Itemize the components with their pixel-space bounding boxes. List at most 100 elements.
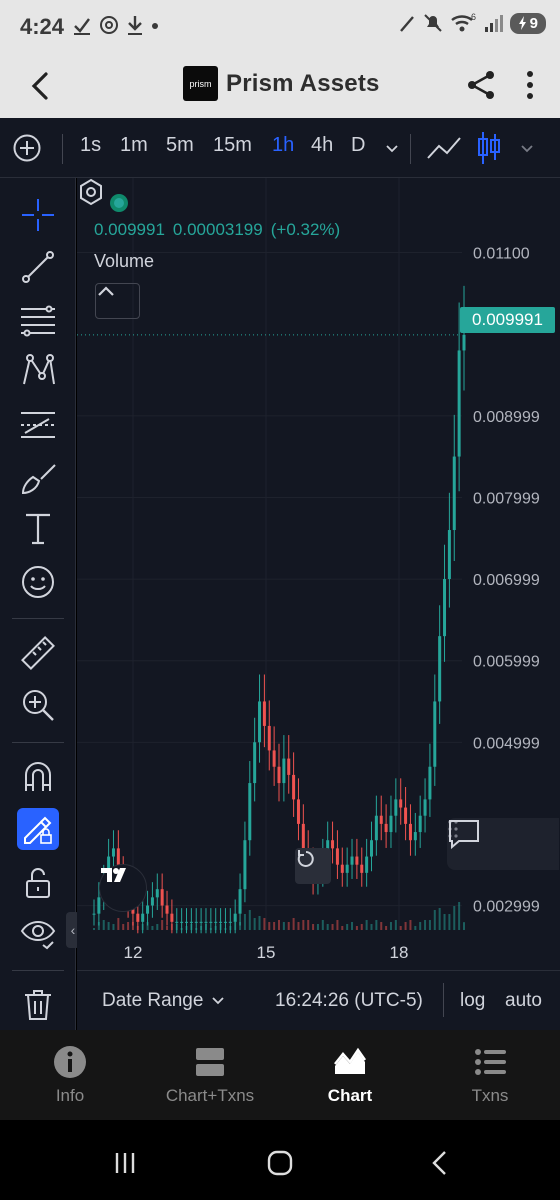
delete-tool[interactable] bbox=[17, 984, 59, 1026]
candle-body bbox=[146, 905, 150, 914]
text-tool[interactable] bbox=[17, 508, 59, 550]
candle-body bbox=[141, 913, 145, 922]
volume-bar bbox=[224, 928, 227, 930]
candle-chart-icon[interactable] bbox=[476, 130, 502, 166]
volume-bar bbox=[428, 920, 431, 930]
axis-settings-icon[interactable] bbox=[77, 178, 105, 206]
add-indicator-icon[interactable] bbox=[12, 133, 42, 163]
visibility-tool[interactable] bbox=[17, 912, 59, 954]
price-chart[interactable]: 0.01100 0.008999 0.007999 0.006999 0.005999 0… bbox=[77, 178, 560, 970]
price-axis-label: 0.007999 bbox=[473, 490, 540, 507]
candle-body bbox=[214, 921, 218, 923]
emoji-tool[interactable] bbox=[17, 561, 59, 603]
system-icons: 6 9 bbox=[398, 12, 546, 34]
volume-bar bbox=[97, 922, 100, 930]
volume-bar bbox=[360, 924, 363, 930]
brand: prism Prism Assets bbox=[183, 66, 380, 101]
chat-widget[interactable] bbox=[447, 818, 559, 870]
tab-txns-label: Txns bbox=[471, 1086, 509, 1105]
back-arrow-icon[interactable] bbox=[24, 68, 60, 104]
time-axis-label: 12 bbox=[124, 943, 143, 962]
volume-bar bbox=[209, 928, 212, 930]
time-axis-label: 15 bbox=[257, 943, 276, 962]
fib-tool[interactable] bbox=[17, 298, 59, 340]
more-menu-icon[interactable] bbox=[518, 68, 542, 102]
log-scale-toggle[interactable]: log bbox=[460, 990, 485, 1012]
candle-body bbox=[374, 815, 378, 841]
tradingview-logo[interactable] bbox=[99, 864, 147, 912]
recents-icon[interactable] bbox=[110, 1148, 140, 1178]
candle-body bbox=[423, 799, 427, 816]
tab-info-label: Info bbox=[55, 1086, 85, 1105]
volume-bar bbox=[453, 906, 456, 930]
status-bar: 4:24 6 9 bbox=[0, 0, 560, 56]
system-nav-bar bbox=[0, 1120, 560, 1200]
tab-chart-label: Chart bbox=[327, 1086, 373, 1105]
volume-bar bbox=[243, 914, 246, 930]
line-chart-icon[interactable] bbox=[426, 132, 462, 164]
toolbar-divider bbox=[410, 134, 411, 164]
trend-line-tool[interactable] bbox=[17, 246, 59, 288]
pattern-tool[interactable] bbox=[17, 350, 59, 392]
tab-info[interactable]: Info bbox=[0, 1044, 140, 1114]
timezone-clock[interactable]: 16:24:26 (UTC-5) bbox=[275, 990, 423, 1012]
pen-icon bbox=[399, 16, 414, 32]
legend-collapse-button[interactable] bbox=[95, 283, 140, 319]
download-icon bbox=[128, 16, 142, 35]
dot-icon bbox=[152, 23, 158, 29]
volume-bar bbox=[258, 916, 261, 930]
zoom-tool[interactable] bbox=[17, 684, 59, 726]
chevron-down-icon[interactable] bbox=[519, 140, 535, 156]
back-icon[interactable] bbox=[425, 1148, 455, 1178]
interval-d[interactable]: D bbox=[351, 134, 365, 157]
volume-bar bbox=[151, 926, 154, 930]
volume-bar bbox=[131, 922, 134, 930]
candle-body bbox=[404, 807, 408, 824]
volume-bar bbox=[180, 928, 183, 930]
tab-chart[interactable]: Chart bbox=[280, 1044, 420, 1114]
candle-body bbox=[428, 766, 432, 800]
interval-4h[interactable]: 4h bbox=[311, 134, 333, 157]
battery-level: 9 bbox=[529, 14, 538, 32]
candle-body bbox=[413, 832, 417, 841]
crosshair-tool[interactable] bbox=[17, 194, 59, 236]
notification-icons bbox=[72, 14, 160, 36]
home-icon[interactable] bbox=[265, 1148, 295, 1178]
tradingview-icon bbox=[101, 868, 126, 882]
lock-drawing-tool[interactable] bbox=[17, 808, 59, 850]
price-axis-label: 0.01100 bbox=[473, 245, 530, 262]
interval-5m[interactable]: 5m bbox=[166, 134, 194, 157]
reset-chart-button[interactable] bbox=[295, 848, 331, 884]
candle-body bbox=[185, 921, 188, 923]
interval-1s[interactable]: 1s bbox=[80, 134, 101, 157]
volume-bar bbox=[307, 920, 310, 930]
volume-bar bbox=[414, 926, 417, 930]
chat-icon[interactable] bbox=[447, 818, 481, 850]
interval-1h[interactable]: 1h bbox=[272, 134, 294, 157]
candle-body bbox=[253, 742, 257, 784]
date-range-button[interactable]: Date Range bbox=[102, 990, 225, 1012]
magnet-icon bbox=[25, 762, 51, 791]
brush-icon bbox=[21, 464, 56, 495]
tab-chart-txns[interactable]: Chart+Txns bbox=[140, 1044, 280, 1114]
brush-tool[interactable] bbox=[17, 458, 59, 500]
volume-bar bbox=[370, 924, 373, 930]
candle-body bbox=[282, 758, 286, 784]
auto-scale-toggle[interactable]: auto bbox=[505, 990, 542, 1012]
interval-1m[interactable]: 1m bbox=[120, 134, 148, 157]
tab-txns[interactable]: Txns bbox=[420, 1044, 560, 1114]
forecast-tool[interactable] bbox=[17, 404, 59, 446]
candle-body bbox=[189, 921, 193, 923]
chevron-down-icon[interactable] bbox=[384, 140, 400, 156]
split-view-icon bbox=[196, 1048, 224, 1076]
network-badge: 6 bbox=[471, 12, 476, 22]
lock-tool[interactable] bbox=[17, 862, 59, 904]
interval-15m[interactable]: 15m bbox=[213, 134, 252, 157]
measure-tool[interactable] bbox=[17, 632, 59, 674]
share-icon[interactable] bbox=[464, 68, 498, 102]
magnet-tool[interactable] bbox=[17, 756, 59, 798]
volume-bar bbox=[458, 902, 461, 930]
volume-bar bbox=[399, 926, 402, 930]
volume-bar bbox=[166, 926, 169, 930]
bottom-tab-bar: Info Chart+Txns Chart Txns bbox=[0, 1030, 560, 1120]
